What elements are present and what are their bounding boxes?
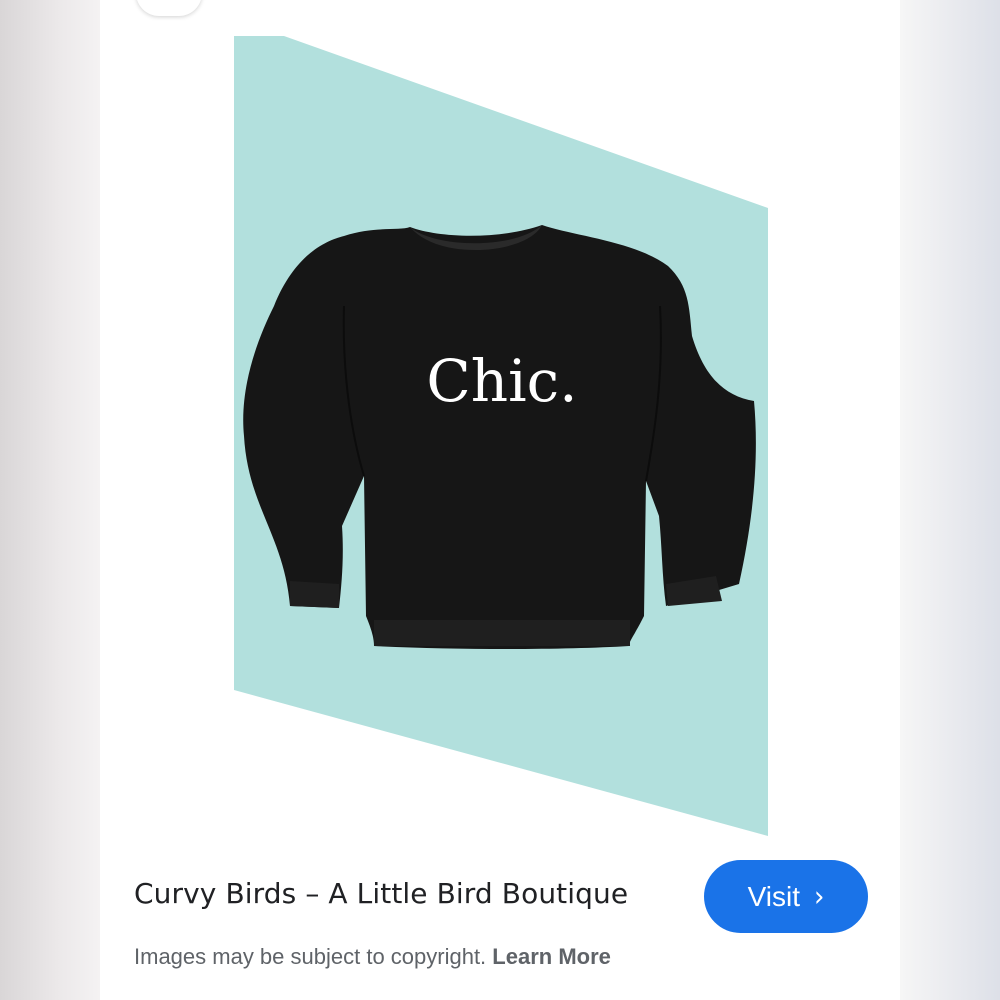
chevron-right-icon: › <box>813 880 825 913</box>
shirt-print-text: Chic. <box>426 347 577 415</box>
visit-button[interactable]: Visit › <box>704 860 868 933</box>
result-caption-row: Curvy Birds – A Little Bird Boutique Vis… <box>134 860 874 934</box>
screen-background: Chic. Curvy Birds – A Little Bird Boutiq… <box>0 0 1000 1000</box>
hem <box>374 620 630 646</box>
learn-more-link[interactable]: Learn More <box>492 944 611 969</box>
copyright-text: Images may be subject to copyright. <box>134 944 487 969</box>
left-cuff <box>290 581 339 608</box>
copyright-notice: Images may be subject to copyright. Lear… <box>134 944 611 970</box>
visit-label: Visit <box>747 880 800 912</box>
product-image[interactable]: Chic. <box>234 36 768 836</box>
sweatshirt-image: Chic. <box>234 36 768 836</box>
source-title[interactable]: Curvy Birds – A Little Bird Boutique <box>134 877 628 910</box>
